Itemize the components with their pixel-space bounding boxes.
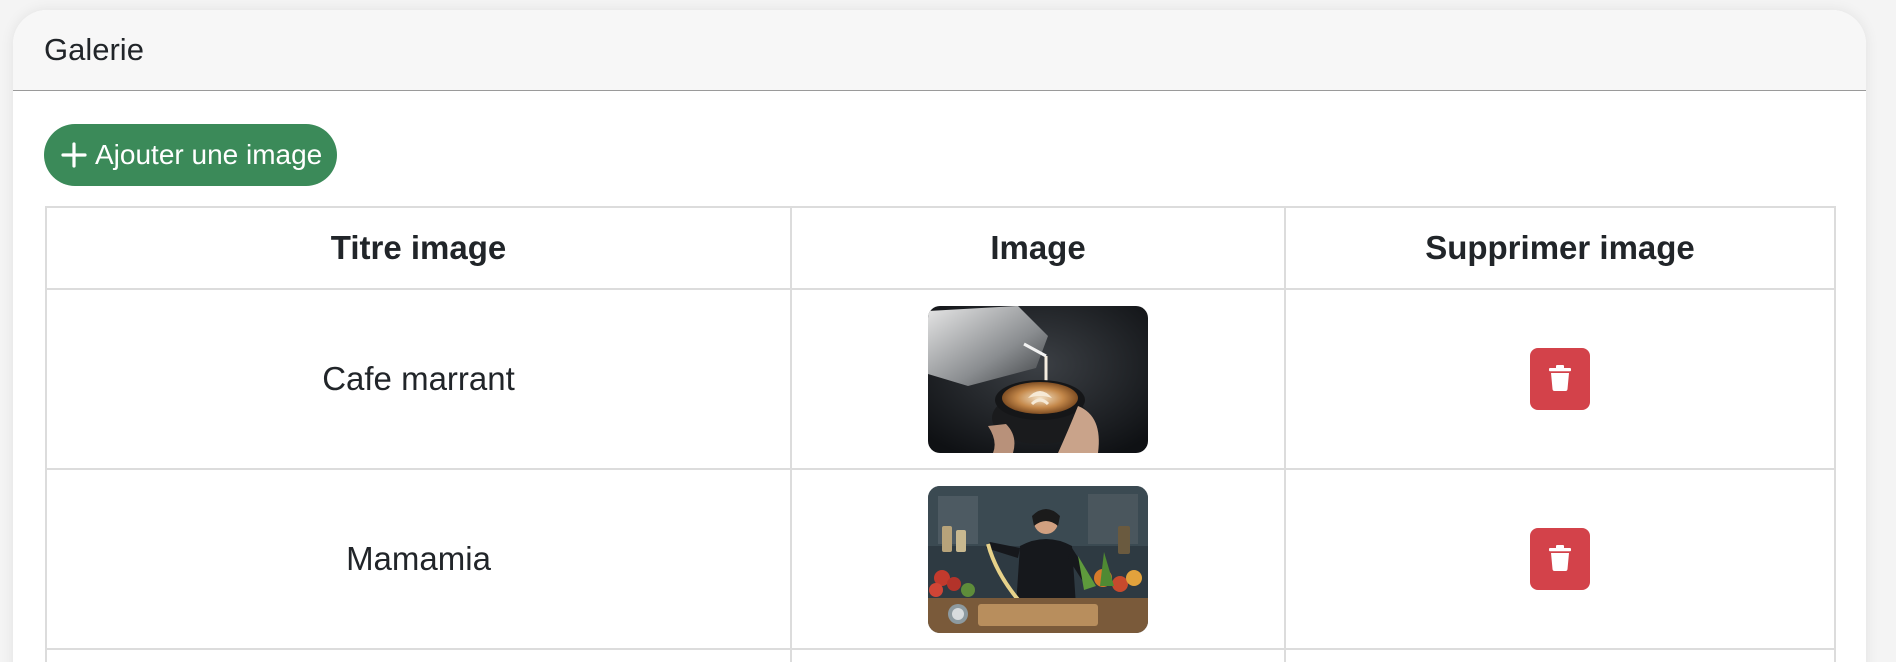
table-row: Mamamia	[45, 468, 1836, 650]
table-row: Cafe marrant	[45, 288, 1836, 470]
row-delete-cell	[1284, 468, 1836, 650]
gallery-card: Galerie Ajouter une image Titre image Im…	[13, 10, 1866, 662]
row-image-cell	[790, 468, 1286, 650]
column-header-image: Image	[790, 206, 1286, 290]
gallery-table: Titre image Image Supprimer image Cafe m…	[45, 206, 1836, 662]
latte-art-image[interactable]	[928, 305, 1148, 453]
column-header-title: Titre image	[45, 206, 792, 290]
row-delete-cell	[1284, 288, 1836, 470]
row-title	[45, 648, 792, 662]
column-header-delete: Supprimer image	[1284, 206, 1836, 290]
card-title: Galerie	[44, 32, 144, 67]
card-header: Galerie	[13, 10, 1866, 91]
chef-kitchen-image[interactable]	[928, 485, 1148, 633]
table-header-row: Titre image Image Supprimer image	[45, 206, 1836, 290]
delete-image-button[interactable]	[1530, 348, 1590, 410]
row-image-cell	[790, 648, 1286, 662]
trash-icon	[1549, 544, 1571, 574]
table-row	[45, 648, 1836, 662]
row-delete-cell	[1284, 648, 1836, 662]
delete-image-button[interactable]	[1530, 528, 1590, 590]
add-image-label: Ajouter une image	[95, 139, 323, 170]
trash-icon	[1549, 364, 1571, 394]
row-title: Mamamia	[45, 468, 792, 650]
row-title: Cafe marrant	[45, 288, 792, 470]
add-image-button[interactable]: Ajouter une image	[44, 124, 337, 186]
plus-icon	[61, 142, 87, 168]
row-image-cell	[790, 288, 1286, 470]
